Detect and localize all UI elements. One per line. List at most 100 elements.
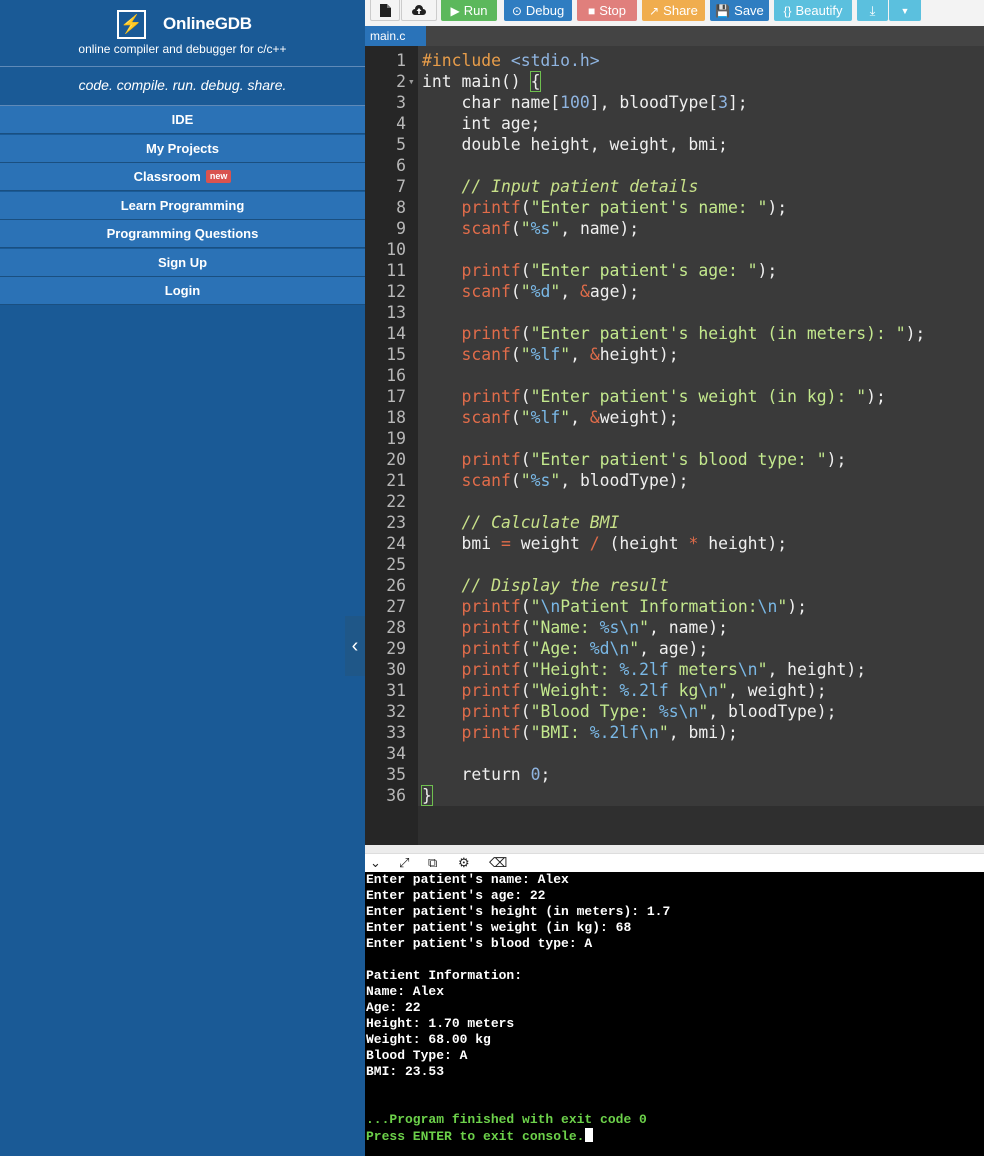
nav-label: Learn Programming [120,198,245,213]
code-line[interactable]: 9 scanf("%s", name); [365,218,984,239]
code-line[interactable]: 27 printf("\nPatient Information:\n"); [365,596,984,617]
code-line[interactable]: 31 printf("Weight: %.2lf kg\n", weight); [365,680,984,701]
brand-name: OnlineGDB [163,14,252,33]
code-line[interactable]: 19 [365,428,984,449]
code-line[interactable]: 24 bmi = weight / (height * height); [365,533,984,554]
code-line[interactable]: 16 [365,365,984,386]
nav-item-classroom[interactable]: Classroom new [0,163,365,191]
code-text: printf("Enter patient's height (in meter… [461,324,926,343]
console-line: Press ENTER to exit console. [366,1128,594,1145]
debug-button[interactable]: ⊙ Debug [504,0,572,21]
upload-button[interactable] [401,0,437,21]
nav-item-programming-questions[interactable]: Programming Questions [0,220,365,248]
line-number: 3 [396,93,406,112]
line-number: 10 [386,240,406,259]
line-number: 28 [386,618,406,637]
debug-icon: ⊙ [511,3,522,18]
code-text: printf("Enter patient's weight (in kg): … [461,387,886,406]
code-line[interactable]: 29 printf("Age: %d\n", age); [365,638,984,659]
new-file-button[interactable] [370,0,400,21]
save-button[interactable]: 💾 Save [710,0,769,21]
code-line[interactable]: 28 printf("Name: %s\n", name); [365,617,984,638]
nav-item-sign-up[interactable]: Sign Up [0,249,365,277]
panel-splitter[interactable] [365,845,984,853]
code-text: scanf("%s", name); [461,219,640,238]
nav-item-ide[interactable]: IDE [0,106,365,134]
line-number: 13 [386,303,406,322]
code-text: printf("\nPatient Information:\n"); [461,597,807,616]
code-line[interactable]: 32 printf("Blood Type: %s\n", bloodType)… [365,701,984,722]
language-dropdown-button[interactable]: ▼ [889,0,921,21]
copy-icon[interactable]: ⧉ [428,855,437,871]
code-line[interactable]: 5 double height, weight, bmi; [365,134,984,155]
code-line[interactable]: 21 scanf("%s", bloodType); [365,470,984,491]
nav-item-my-projects[interactable]: My Projects [0,135,365,163]
debug-label: Debug [525,3,565,18]
code-text: // Display the result [461,576,669,595]
code-text: scanf("%s", bloodType); [461,471,689,490]
code-text: // Calculate BMI [461,513,620,532]
nav-item-login[interactable]: Login [0,277,365,305]
code-text: double height, weight, bmi; [422,135,728,154]
code-line[interactable]: 25 [365,554,984,575]
code-line[interactable]: 26 // Display the result [365,575,984,596]
line-number: 16 [386,366,406,385]
line-number: 4 [396,114,406,133]
line-number: 36 [386,786,406,805]
code-line[interactable]: 23 // Calculate BMI [365,512,984,533]
code-line[interactable]: 30 printf("Height: %.2lf meters\n", heig… [365,659,984,680]
code-line[interactable]: 4 int age; [365,113,984,134]
code-line[interactable]: 15 scanf("%lf", &height); [365,344,984,365]
line-number: 22 [386,492,406,511]
code-line[interactable]: 34 [365,743,984,764]
logo[interactable]: ⚡ OnlineGDB [117,8,252,40]
console-line: Weight: 68.00 kg [366,1032,491,1047]
code-line[interactable]: 11 printf("Enter patient's age: "); [365,260,984,281]
console-line: BMI: 23.53 [366,1064,445,1079]
line-number: 24 [386,534,406,553]
code-text: return 0; [422,765,551,784]
download-button[interactable]: ⤓ [857,0,888,21]
code-line[interactable]: 12 scanf("%d", &age); [365,281,984,302]
code-line[interactable]: 10 [365,239,984,260]
line-number: 30 [386,660,406,679]
code-line[interactable]: 17 printf("Enter patient's weight (in kg… [365,386,984,407]
gear-icon[interactable]: ⚙ [458,855,470,871]
collapse-sidebar-button[interactable]: ‹ [345,616,365,676]
code-text: printf("Age: %d\n", age); [461,639,709,658]
expand-icon[interactable]: ⤢ [399,855,409,871]
lightning-icon: ⚡ [117,9,146,39]
code-line[interactable]: 18 scanf("%lf", &weight); [365,407,984,428]
code-line[interactable]: 6 [365,155,984,176]
line-number: 5 [396,135,406,154]
tab-main-c[interactable]: main.c [365,26,426,46]
share-button[interactable]: ↗ Share [642,0,705,21]
run-button[interactable]: ▶ Run [441,0,497,21]
code-line[interactable]: 13 [365,302,984,323]
code-line[interactable]: 8 printf("Enter patient's name: "); [365,197,984,218]
play-icon: ▶ [450,3,460,18]
code-line[interactable]: 2 ▾ int main() { [365,71,984,92]
code-line[interactable]: 14 printf("Enter patient's height (in me… [365,323,984,344]
nav-item-learn-programming[interactable]: Learn Programming [0,192,365,220]
toolbar: ▶ Run ⊙ Debug ■ Stop ↗ Share 💾 Save {} Beautif… [365,0,984,26]
code-line[interactable]: 7 // Input patient details [365,176,984,197]
line-number: 29 [386,639,406,658]
fold-toggle-icon[interactable]: ▾ [408,71,415,92]
chevron-down-icon[interactable]: ⌄ [370,855,381,871]
code-editor[interactable]: 1 #include <stdio.h> 2 ▾ int main() {3 char … [365,46,984,845]
code-line[interactable]: 36} [365,785,984,806]
clear-console-icon[interactable]: ⌫ [489,855,507,871]
code-line[interactable]: 35 return 0; [365,764,984,785]
console-output[interactable]: Enter patient's name: Alex Enter patient'… [365,872,984,1156]
beautify-button[interactable]: {} Beautify [774,0,852,21]
code-text: printf("BMI: %.2lf\n", bmi); [461,723,738,742]
code-line[interactable]: 33 printf("BMI: %.2lf\n", bmi); [365,722,984,743]
code-text: } [421,785,433,806]
code-line[interactable]: 22 [365,491,984,512]
code-line[interactable]: 3 char name[100], bloodType[3]; [365,92,984,113]
stop-button[interactable]: ■ Stop [577,0,637,21]
code-line[interactable]: 1 #include <stdio.h> [365,50,984,71]
nav-label: IDE [171,112,194,127]
code-line[interactable]: 20 printf("Enter patient's blood type: "… [365,449,984,470]
